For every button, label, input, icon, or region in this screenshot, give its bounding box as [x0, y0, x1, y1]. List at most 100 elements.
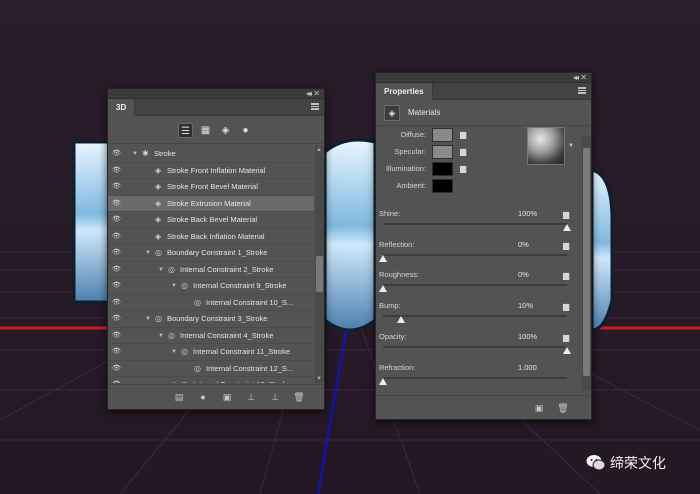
- slider-track[interactable]: [383, 254, 567, 256]
- layer-row[interactable]: 👁 ▼ ◎ Internal Constraint 4_Stroke: [108, 328, 314, 345]
- visibility-eye-icon[interactable]: 👁: [112, 328, 124, 345]
- twirl-down-icon[interactable]: ▼: [171, 344, 177, 361]
- layer-row[interactable]: 👁 ◈ Stroke Extrusion Material: [108, 195, 314, 213]
- layer-row[interactable]: 👁 ▼ ✱ Stroke: [108, 146, 314, 163]
- materials-filter-icon[interactable]: ◈: [218, 123, 233, 138]
- tab-3d[interactable]: 3D: [108, 99, 136, 116]
- slider-value-field[interactable]: 10%: [518, 301, 533, 310]
- visibility-eye-icon[interactable]: 👁: [112, 212, 124, 229]
- layer-row[interactable]: 👁 ◎ Internal Constraint 12_S...: [108, 361, 314, 378]
- twirl-down-icon[interactable]: ▼: [145, 311, 151, 328]
- layer-row[interactable]: 👁 ▼ ◎ Internal Constraint 11_Stroke: [108, 344, 314, 361]
- new-material-icon[interactable]: ▣: [532, 401, 546, 415]
- chevron-down-icon[interactable]: ▼: [568, 143, 574, 149]
- visibility-eye-icon[interactable]: 👁: [112, 196, 124, 213]
- slider-knob[interactable]: [379, 285, 387, 292]
- add-light-icon[interactable]: ●: [196, 390, 210, 404]
- twirl-down-icon[interactable]: ▼: [158, 262, 164, 279]
- layer-row[interactable]: 👁 ◈ Stroke Front Inflation Material: [108, 163, 314, 180]
- twirl-down-icon[interactable]: ▼: [158, 328, 164, 345]
- color-swatch[interactable]: [432, 128, 453, 142]
- close-icon[interactable]: ✕: [580, 73, 587, 82]
- delete-icon[interactable]: 🗑: [292, 390, 306, 404]
- slider-knob[interactable]: [563, 347, 571, 354]
- texture-folder-icon[interactable]: ▆: [460, 165, 470, 173]
- panel-menu-icon[interactable]: [578, 87, 586, 94]
- twirl-down-icon[interactable]: ▼: [171, 377, 177, 383]
- scroll-down-icon[interactable]: ▼: [316, 376, 322, 382]
- collapse-icon[interactable]: ◂◂: [573, 73, 579, 82]
- layer-row[interactable]: 👁 ◈ Stroke Back Inflation Material: [108, 229, 314, 246]
- color-swatch[interactable]: [432, 179, 453, 193]
- visibility-eye-icon[interactable]: 👁: [112, 179, 124, 196]
- visibility-eye-icon[interactable]: 👁: [112, 344, 124, 361]
- slider-track[interactable]: [383, 377, 567, 379]
- panel-properties-titlebar[interactable]: ◂◂ ✕: [376, 73, 591, 83]
- layer-row[interactable]: 👁 ▼ ◎ Internal Constraint 13_Stroke: [108, 377, 314, 383]
- panel-3d-titlebar[interactable]: ◂◂ ✕: [108, 89, 324, 99]
- collapse-icon[interactable]: ◂◂: [306, 89, 312, 98]
- twirl-down-icon[interactable]: ▼: [145, 245, 151, 262]
- texture-folder-icon[interactable]: ▆: [460, 131, 470, 139]
- slider-knob[interactable]: [397, 316, 406, 323]
- slider-value-field[interactable]: 1.000: [518, 363, 537, 372]
- add-constraint-icon[interactable]: ▣: [220, 390, 234, 404]
- slider-track[interactable]: [383, 284, 567, 286]
- layer-row[interactable]: 👁 ◎ Internal Constraint 10_S...: [108, 295, 314, 312]
- slider-knob[interactable]: [563, 224, 571, 231]
- layer-row[interactable]: 👁 ◈ Stroke Front Bevel Material: [108, 179, 314, 196]
- toggle-ground-icon[interactable]: ⊥: [268, 390, 282, 404]
- layer-row[interactable]: 👁 ◈ Stroke Back Bevel Material: [108, 212, 314, 229]
- visibility-eye-icon[interactable]: 👁: [112, 146, 124, 163]
- slider-value-field[interactable]: 100%: [518, 332, 537, 341]
- visibility-eye-icon[interactable]: 👁: [112, 377, 124, 383]
- slider-track[interactable]: [383, 346, 567, 348]
- slider-value-field[interactable]: 0%: [518, 240, 529, 249]
- lights-filter-icon[interactable]: ●: [238, 123, 253, 138]
- scrollbar-thumb[interactable]: [316, 256, 323, 292]
- texture-folder-icon[interactable]: ▆: [460, 148, 470, 156]
- color-swatch[interactable]: [432, 162, 453, 176]
- panel-menu-icon[interactable]: [311, 103, 319, 110]
- visibility-eye-icon[interactable]: 👁: [112, 245, 124, 262]
- layer-row[interactable]: 👁 ▼ ◎ Boundary Constraint 3_Stroke: [108, 311, 314, 328]
- close-icon[interactable]: ✕: [313, 89, 320, 98]
- scrollbar-thumb[interactable]: [583, 148, 590, 376]
- drop-to-plane-icon[interactable]: ⊥: [244, 390, 258, 404]
- visibility-eye-icon[interactable]: 👁: [112, 295, 124, 312]
- scroll-up-icon[interactable]: ▲: [316, 147, 322, 153]
- slider-knob[interactable]: [379, 378, 387, 385]
- texture-folder-icon[interactable]: ▆: [563, 271, 569, 280]
- texture-folder-icon[interactable]: ▆: [563, 333, 569, 342]
- visibility-eye-icon[interactable]: 👁: [112, 163, 124, 180]
- render-icon[interactable]: ▤: [172, 390, 186, 404]
- delete-icon[interactable]: 🗑: [556, 401, 570, 415]
- visibility-eye-icon[interactable]: 👁: [112, 311, 124, 328]
- filter-toolbar: ☰ ▦ ◈ ●: [108, 116, 324, 144]
- visibility-eye-icon[interactable]: 👁: [112, 262, 124, 279]
- slider-value-field[interactable]: 100%: [518, 209, 537, 218]
- visibility-eye-icon[interactable]: 👁: [112, 229, 124, 246]
- meshes-filter-icon[interactable]: ▦: [198, 123, 213, 138]
- layer-row[interactable]: 👁 ▼ ◎ Internal Constraint 9_Stroke: [108, 278, 314, 295]
- layer-row[interactable]: 👁 ▼ ◎ Boundary Constraint 1_Stroke: [108, 245, 314, 262]
- whole-scene-filter-icon[interactable]: ☰: [178, 123, 193, 138]
- slider-track[interactable]: [383, 315, 567, 317]
- visibility-eye-icon[interactable]: 👁: [112, 278, 124, 295]
- tab-properties[interactable]: Properties: [376, 83, 433, 100]
- color-swatch[interactable]: [432, 145, 453, 159]
- twirl-down-icon[interactable]: ▼: [132, 146, 138, 163]
- layer-label: Internal Constraint 10_S...: [206, 297, 294, 307]
- slider-track[interactable]: [383, 223, 567, 225]
- texture-folder-icon[interactable]: ▆: [563, 210, 569, 219]
- visibility-eye-icon[interactable]: 👁: [112, 361, 124, 378]
- properties-scrollbar[interactable]: [582, 136, 591, 390]
- texture-folder-icon[interactable]: ▆: [563, 302, 569, 311]
- texture-folder-icon[interactable]: ▆: [563, 241, 569, 250]
- slider-value-field[interactable]: 0%: [518, 270, 529, 279]
- twirl-down-icon[interactable]: ▼: [171, 278, 177, 295]
- slider-knob[interactable]: [379, 255, 387, 262]
- layer-row[interactable]: 👁 ▼ ◎ Internal Constraint 2_Stroke: [108, 262, 314, 279]
- material-preview-sphere[interactable]: [527, 127, 565, 165]
- layer-list-scrollbar[interactable]: ▲ ▼: [315, 146, 324, 383]
